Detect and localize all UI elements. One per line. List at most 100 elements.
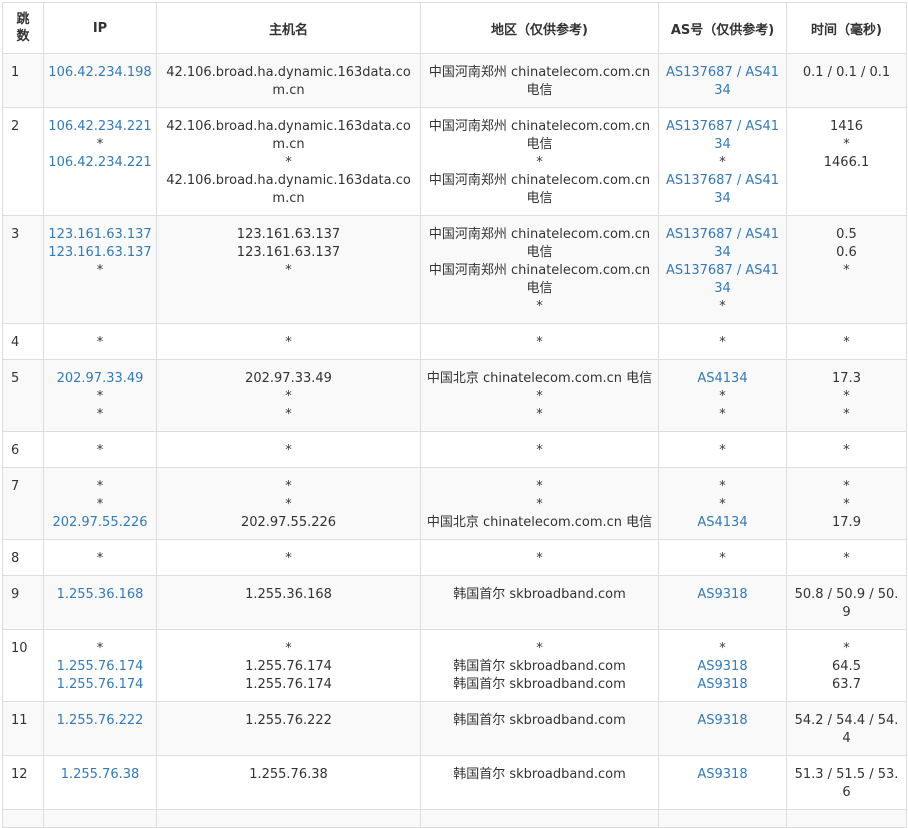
region-cell: * xyxy=(420,323,659,360)
ip-value: * xyxy=(96,407,104,422)
region-cell xyxy=(420,809,659,828)
ip-link[interactable]: 106.42.234.198 xyxy=(48,64,152,82)
hop-number xyxy=(2,809,44,828)
as-value: * xyxy=(719,389,726,404)
ip-link[interactable]: 106.42.234.221 xyxy=(48,118,152,136)
ip-cell: 1.255.76.222 xyxy=(43,701,157,756)
region-value: 韩国首尔 skbroadband.com xyxy=(453,659,626,674)
time-value: 54.2 / 54.4 / 54.4 xyxy=(794,713,899,746)
region-cell: 韩国首尔 skbroadband.com xyxy=(420,575,659,630)
header-ip: IP xyxy=(43,2,157,54)
hop-number: 11 xyxy=(2,701,44,756)
as-value: * xyxy=(719,299,726,314)
hop-number: 1 xyxy=(2,53,44,108)
as-link[interactable]: AS9318 xyxy=(663,766,782,784)
host-value: * xyxy=(285,407,292,422)
as-link[interactable]: AS137687 / AS4134 xyxy=(663,172,782,208)
ip-cell: * xyxy=(43,539,157,576)
ip-link[interactable]: 123.161.63.137 xyxy=(48,226,152,244)
region-cell: 中国河南郑州 chinatelecom.com.cn 电信 中国河南郑州 chin… xyxy=(420,215,659,324)
time-value: 51.3 / 51.5 / 53.6 xyxy=(794,767,899,800)
host-value: * xyxy=(285,497,292,512)
as-link[interactable]: AS137687 / AS4134 xyxy=(663,226,782,262)
ip-cell xyxy=(43,809,157,828)
as-value: * xyxy=(719,551,726,566)
hostname-cell: * 1.255.76.174 1.255.76.174 xyxy=(156,629,421,702)
ip-link[interactable]: 106.42.234.221 xyxy=(48,154,152,172)
as-link[interactable]: AS137687 / AS4134 xyxy=(663,64,782,100)
time-cell: * * 17.9 xyxy=(786,467,907,540)
ip-link[interactable]: 123.161.63.137 xyxy=(48,244,152,262)
region-cell: * * 中国北京 chinatelecom.com.cn 电信 xyxy=(420,467,659,540)
hop-number: 10 xyxy=(2,629,44,702)
region-cell: * xyxy=(420,431,659,468)
host-value: * xyxy=(285,389,292,404)
time-value: * xyxy=(843,497,850,512)
host-value: 42.106.broad.ha.dynamic.163data.com.cn xyxy=(166,173,411,206)
time-value: 64.5 xyxy=(832,659,861,674)
as-link[interactable]: AS9318 xyxy=(663,658,782,676)
as-link[interactable]: AS4134 xyxy=(663,370,782,388)
as-link[interactable]: AS9318 xyxy=(663,712,782,730)
region-value: 中国北京 chinatelecom.com.cn 电信 xyxy=(426,515,653,530)
table-row: 5 202.97.33.49 * * 202.97.33.49 * * 中国北京 chinat… xyxy=(2,359,907,432)
as-link[interactable]: AS9318 xyxy=(663,676,782,694)
table-row: 6 * * * * * xyxy=(2,431,907,468)
region-value: * xyxy=(536,479,543,494)
as-value: * xyxy=(719,497,726,512)
host-value: * xyxy=(285,443,292,458)
header-hostname: 主机名 xyxy=(156,2,421,54)
time-value: 50.8 / 50.9 / 50.9 xyxy=(794,587,899,620)
time-value: 17.3 xyxy=(832,371,861,386)
region-value: * xyxy=(536,155,543,170)
ip-value: * xyxy=(96,497,104,512)
ip-link[interactable]: 202.97.55.226 xyxy=(48,514,152,532)
table-body: 1 106.42.234.198 42.106.broad.ha.dynamic.1… xyxy=(2,53,907,828)
ip-value: * xyxy=(96,335,104,350)
as-cell: * xyxy=(658,539,787,576)
time-cell: * 64.5 63.7 xyxy=(786,629,907,702)
ip-cell: 1.255.36.168 xyxy=(43,575,157,630)
time-cell: 17.3 * * xyxy=(786,359,907,432)
ip-value: * xyxy=(96,551,104,566)
region-value: 韩国首尔 skbroadband.com xyxy=(453,677,626,692)
ip-link[interactable]: 202.97.33.49 xyxy=(48,370,152,388)
as-link[interactable]: AS137687 / AS4134 xyxy=(663,262,782,298)
table-row: 3 123.161.63.137 123.161.63.137 * 123.161.63… xyxy=(2,215,907,324)
as-link[interactable]: AS9318 xyxy=(663,586,782,604)
as-value: * xyxy=(719,641,726,656)
hostname-cell xyxy=(156,809,421,828)
ip-link[interactable]: 1.255.76.174 xyxy=(48,676,152,694)
ip-link[interactable]: 1.255.76.222 xyxy=(48,712,152,730)
host-value: 202.97.55.226 xyxy=(240,515,337,530)
as-value: * xyxy=(719,335,726,350)
region-value: * xyxy=(536,299,543,314)
hop-number: 4 xyxy=(2,323,44,360)
ip-link[interactable]: 1.255.76.38 xyxy=(48,766,152,784)
host-value: * xyxy=(285,479,292,494)
ip-value: * xyxy=(96,443,104,458)
region-value: 中国河南郑州 chinatelecom.com.cn 电信 xyxy=(428,119,651,152)
ip-link[interactable]: 1.255.36.168 xyxy=(48,586,152,604)
region-value: 中国北京 chinatelecom.com.cn 电信 xyxy=(426,371,653,386)
ip-value: * xyxy=(96,137,104,152)
time-cell: 54.2 / 54.4 / 54.4 xyxy=(786,701,907,756)
as-link[interactable]: AS4134 xyxy=(663,514,782,532)
region-cell: 中国北京 chinatelecom.com.cn 电信 * * xyxy=(420,359,659,432)
as-link[interactable]: AS137687 / AS4134 xyxy=(663,118,782,154)
ip-value: * xyxy=(96,263,104,278)
table-header-row: 跳 数 IP 主机名 地区（仅供参考) AS号（仅供参考) 时间（毫秒) xyxy=(2,2,907,54)
time-value: * xyxy=(843,407,850,422)
header-hop-line: 数 xyxy=(16,29,30,44)
ip-link[interactable]: 1.255.76.174 xyxy=(48,658,152,676)
header-hop: 跳 数 xyxy=(2,2,44,54)
ip-cell: * 1.255.76.174 1.255.76.174 xyxy=(43,629,157,702)
hop-number: 8 xyxy=(2,539,44,576)
ip-cell: 123.161.63.137 123.161.63.137 * xyxy=(43,215,157,324)
as-cell: * * AS4134 xyxy=(658,467,787,540)
header-hop-line: 跳 xyxy=(16,12,30,27)
hostname-cell: * xyxy=(156,431,421,468)
host-value: 1.255.36.168 xyxy=(245,587,332,602)
time-cell: 50.8 / 50.9 / 50.9 xyxy=(786,575,907,630)
time-value: 1416 xyxy=(829,119,864,134)
